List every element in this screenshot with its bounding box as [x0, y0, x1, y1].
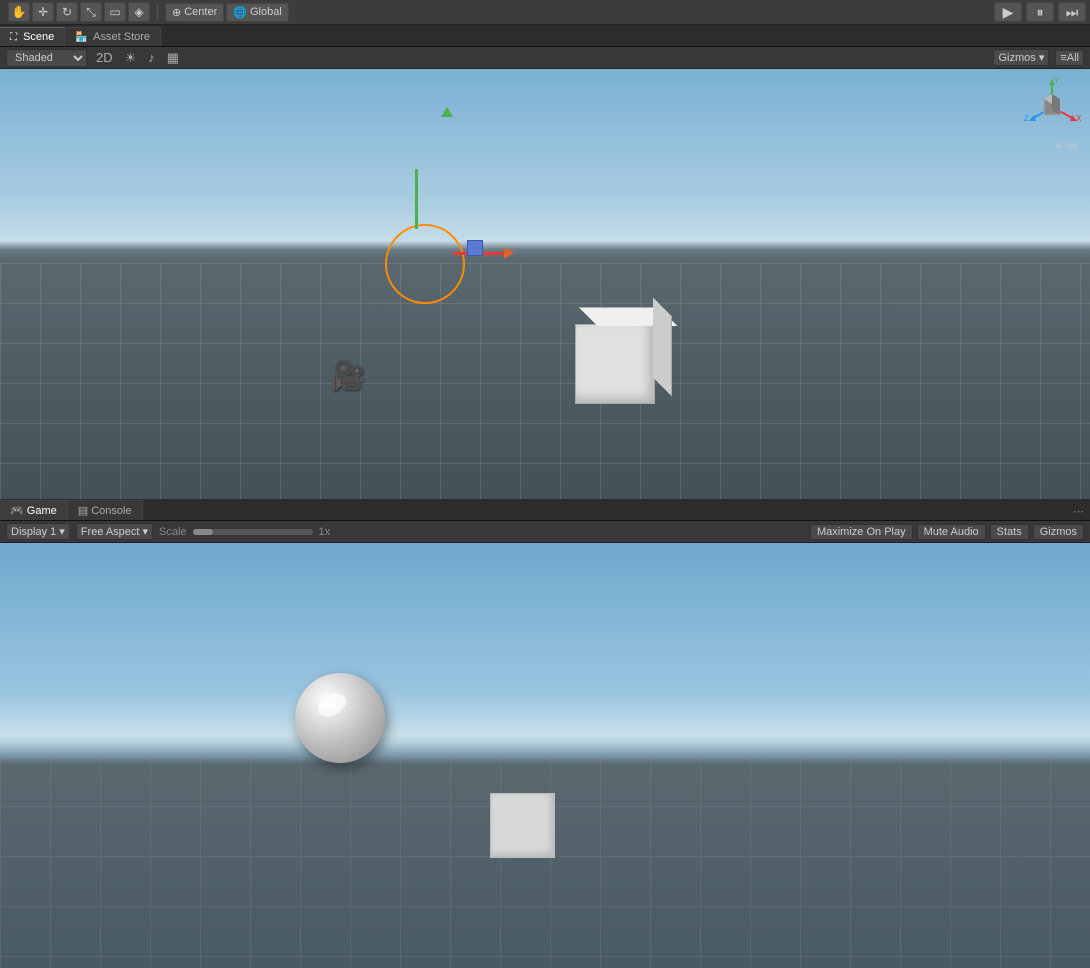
step-btn[interactable]: ⏭ [1058, 2, 1086, 22]
game-grid [0, 756, 1090, 968]
svg-text:Y: Y [1054, 77, 1060, 85]
game-tab-icon: 🎮 [10, 505, 24, 517]
sphere-highlight [314, 689, 350, 721]
game-viewport [0, 543, 1090, 968]
gizmos-game-btn[interactable]: Gizmos [1033, 524, 1084, 540]
game-toolbar: Display 1 ▾ Free Aspect ▾ Scale 1x Maxim… [0, 521, 1090, 543]
scene-viewport: Y X Z ≡ Iso [0, 69, 1090, 499]
game-right-buttons: Maximize On Play Mute Audio Stats Gizmos [810, 524, 1084, 540]
rotate-tool-btn[interactable]: ↻ [56, 2, 78, 22]
hand-tool-btn[interactable]: ✋ [8, 2, 30, 22]
display-label: Display 1 [11, 526, 56, 538]
y-axis-gizmo [415, 169, 418, 229]
pause-btn[interactable]: ⏸ [1026, 2, 1054, 22]
camera-object[interactable]: 🎥 [330, 359, 365, 392]
scale-text: Scale [159, 526, 187, 538]
console-tab-icon: ▤ [78, 505, 88, 517]
shading-dropdown[interactable]: Shaded Wireframe [6, 49, 87, 67]
scale-tool-btn[interactable]: ⤡ [80, 2, 102, 22]
global-label: Global [250, 6, 282, 18]
game-tab[interactable]: 🎮 Game [0, 500, 68, 520]
scene-tab[interactable]: ⛶ Scene [0, 27, 65, 46]
stats-btn[interactable]: Stats [990, 524, 1029, 540]
transform-tools: ✋ ✛ ↻ ⤡ ▭ ◈ [8, 2, 150, 22]
orientation-gizmo[interactable]: Y X Z [1022, 77, 1082, 137]
gizmos-area: Gizmos ▾ ≡All [993, 49, 1084, 66]
iso-label: ≡ Iso [1056, 141, 1078, 152]
cube-mesh [575, 324, 655, 404]
x-arrow [504, 247, 514, 259]
aspect-arrow: ▾ [142, 525, 148, 538]
aspect-dropdown[interactable]: Free Aspect ▾ [76, 523, 153, 540]
center-btn[interactable]: ⊕ Center [165, 3, 224, 22]
dropdown-arrow: ▾ [59, 525, 65, 538]
scene-grid [0, 263, 1090, 500]
light-toggle-btn[interactable]: ☀ [122, 49, 140, 67]
scene-tab-icon: ⛶ [10, 32, 17, 43]
svg-text:Z: Z [1024, 114, 1029, 123]
mute-audio-btn[interactable]: Mute Audio [917, 524, 986, 540]
scene-toolbar: Shaded Wireframe 2D ☀ ♪ ▦ Gizmos ▾ ≡All [0, 47, 1090, 69]
fx-toggle-btn[interactable]: ▦ [164, 49, 182, 67]
maximize-on-play-btn[interactable]: Maximize On Play [810, 524, 913, 540]
panel-options-btn[interactable]: ⋯ [1067, 503, 1090, 520]
global-btn[interactable]: 🌐 Global [226, 3, 289, 22]
game-sphere-object [295, 673, 385, 763]
z-handle [467, 240, 483, 256]
center-global-group: ⊕ Center 🌐 Global [165, 3, 289, 22]
gizmos-btn[interactable]: Gizmos ▾ [993, 49, 1049, 66]
audio-toggle-btn[interactable]: ♪ [145, 49, 158, 66]
custom-tool-btn[interactable]: ◈ [128, 2, 150, 22]
game-cube-object [490, 793, 555, 858]
svg-text:X: X [1076, 114, 1082, 123]
rect-tool-btn[interactable]: ▭ [104, 2, 126, 22]
all-btn[interactable]: ≡All [1055, 50, 1084, 66]
display-dropdown[interactable]: Display 1 ▾ [6, 523, 70, 540]
asset-store-icon: 🏪 [75, 32, 87, 43]
scene-tab-bar: ⛶ Scene 🏪 Asset Store [0, 25, 1090, 47]
scale-value: 1x [319, 526, 331, 538]
console-tab-label: Console [91, 505, 131, 517]
scale-slider[interactable] [193, 529, 313, 535]
game-background [0, 543, 1090, 968]
y-arrow [441, 107, 453, 117]
game-tab-label: Game [27, 505, 57, 517]
2d-toggle-btn[interactable]: 2D [93, 49, 116, 66]
center-icon: ⊕ [172, 6, 181, 19]
move-tool-btn[interactable]: ✛ [32, 2, 54, 22]
asset-store-label: Asset Store [93, 31, 150, 43]
bottom-tab-bar: 🎮 Game ▤ Console ⋯ [0, 499, 1090, 521]
console-tab[interactable]: ▤ Console [68, 500, 143, 520]
top-toolbar: ✋ ✛ ↻ ⤡ ▭ ◈ ⊕ Center 🌐 Global ▶ ⏸ ⏭ [0, 0, 1090, 25]
aspect-label: Free Aspect [81, 526, 140, 538]
divider-1 [157, 4, 158, 20]
scene-tab-label: Scene [23, 31, 54, 43]
scene-background: Y X Z ≡ Iso [0, 69, 1090, 499]
global-icon: 🌐 [233, 6, 247, 19]
playback-controls: ▶ ⏸ ⏭ [994, 2, 1086, 22]
play-btn[interactable]: ▶ [994, 2, 1022, 22]
asset-store-tab[interactable]: 🏪 Asset Store [65, 27, 161, 46]
center-label: Center [184, 6, 217, 18]
cube-object[interactable] [575, 324, 655, 404]
selection-ring [385, 224, 465, 304]
